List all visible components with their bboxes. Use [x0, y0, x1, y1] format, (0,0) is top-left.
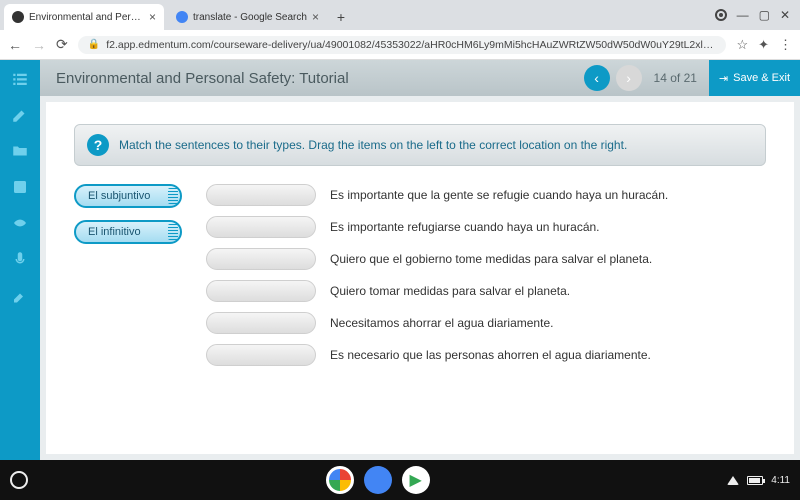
clock: 4:11 — [771, 475, 790, 486]
page-header: Environmental and Personal Safety: Tutor… — [40, 60, 800, 96]
sidebar-list-icon[interactable] — [10, 70, 30, 88]
save-exit-label: Save & Exit — [733, 72, 790, 84]
nav-reload-icon[interactable]: ⟳ — [56, 36, 68, 53]
page-title: Environmental and Personal Safety: Tutor… — [56, 70, 578, 87]
drop-row: Quiero tomar medidas para salvar el plan… — [206, 280, 668, 302]
window-controls: — ▢ ✕ — [715, 8, 800, 22]
tab-label: Environmental and Personal Safe — [29, 12, 144, 23]
grip-icon — [168, 188, 178, 204]
browser-addressbar: ← → ⟳ 🔒 f2.app.edmentum.com/courseware-d… — [0, 30, 800, 60]
docs-icon[interactable] — [364, 466, 392, 494]
sentence: Necesitamos ahorrar el agua diariamente. — [330, 316, 553, 330]
app-frame: Environmental and Personal Safety: Tutor… — [0, 60, 800, 460]
drop-slot[interactable] — [206, 216, 316, 238]
chip-label: El subjuntivo — [88, 190, 150, 202]
minimize-icon[interactable]: — — [737, 8, 749, 22]
drop-row: Quiero que el gobierno tome medidas para… — [206, 248, 668, 270]
tab-label: translate - Google Search — [193, 12, 307, 23]
chrome-icon[interactable] — [326, 466, 354, 494]
launcher-icon[interactable] — [10, 471, 28, 489]
sentence: Quiero tomar medidas para salvar el plan… — [330, 284, 570, 298]
tab-close-icon[interactable]: × — [149, 10, 156, 24]
sidebar-highlighter-icon[interactable] — [10, 286, 30, 304]
save-exit-button[interactable]: ⇥ Save & Exit — [709, 60, 800, 96]
url-text: f2.app.edmentum.com/courseware-delivery/… — [106, 39, 716, 51]
drop-row: Necesitamos ahorrar el agua diariamente. — [206, 312, 668, 334]
tab-close-icon[interactable]: × — [312, 10, 319, 24]
instruction-banner: ? Match the sentences to their types. Dr… — [74, 124, 766, 166]
grip-icon — [168, 224, 178, 240]
extensions-icon[interactable]: ✦ — [758, 37, 769, 53]
matching-workspace: El subjuntivo El infinitivo Es important… — [74, 184, 766, 366]
sentence: Es importante refugiarse cuando haya un … — [330, 220, 600, 234]
window-control-icon[interactable] — [715, 9, 727, 21]
battery-icon — [747, 476, 763, 485]
help-icon[interactable]: ? — [87, 134, 109, 156]
sidebar — [0, 60, 40, 460]
content-area: ? Match the sentences to their types. Dr… — [46, 102, 794, 454]
maximize-icon[interactable]: ▢ — [759, 8, 770, 22]
drop-slot[interactable] — [206, 344, 316, 366]
sentence: Es necesario que las personas ahorren el… — [330, 348, 651, 362]
sidebar-folder-icon[interactable] — [10, 142, 30, 160]
sidebar-audio-icon[interactable] — [10, 214, 30, 232]
instruction-text: Match the sentences to their types. Drag… — [119, 138, 627, 152]
page-counter: 14 of 21 — [654, 71, 697, 85]
sidebar-mic-icon[interactable] — [10, 250, 30, 268]
os-taskbar: ▶ 4:11 — [0, 460, 800, 500]
sidebar-dictionary-icon[interactable] — [10, 178, 30, 196]
lock-icon: 🔒 — [88, 39, 100, 50]
drop-row: Es necesario que las personas ahorren el… — [206, 344, 668, 366]
draggable-chips: El subjuntivo El infinitivo — [74, 184, 182, 366]
sidebar-edit-icon[interactable] — [10, 106, 30, 124]
bookmark-star-icon[interactable]: ☆ — [736, 37, 748, 53]
drop-slot[interactable] — [206, 184, 316, 206]
play-triangle-icon: ▶ — [409, 470, 421, 490]
chip-subjuntivo[interactable]: El subjuntivo — [74, 184, 182, 208]
url-field[interactable]: 🔒 f2.app.edmentum.com/courseware-deliver… — [78, 36, 727, 54]
chevron-left-icon: ‹ — [594, 70, 599, 86]
chevron-right-icon: › — [626, 70, 631, 86]
drop-row: Es importante refugiarse cuando haya un … — [206, 216, 668, 238]
browser-titlebar: Environmental and Personal Safe × transl… — [0, 0, 800, 30]
close-window-icon[interactable]: ✕ — [780, 8, 790, 22]
page-prev-button[interactable]: ‹ — [584, 65, 610, 91]
browser-tab[interactable]: translate - Google Search × — [168, 4, 327, 30]
browser-tab-active[interactable]: Environmental and Personal Safe × — [4, 4, 164, 30]
main-panel: Environmental and Personal Safety: Tutor… — [40, 60, 800, 460]
new-tab-button[interactable]: + — [331, 9, 351, 25]
drop-slot[interactable] — [206, 248, 316, 270]
drop-slot[interactable] — [206, 280, 316, 302]
nav-forward-icon[interactable]: → — [32, 37, 46, 53]
page-next-button[interactable]: › — [616, 65, 642, 91]
sentence: Quiero que el gobierno tome medidas para… — [330, 252, 652, 266]
drop-rows: Es importante que la gente se refugie cu… — [206, 184, 668, 366]
favicon-icon — [12, 11, 24, 23]
exit-icon: ⇥ — [719, 72, 728, 85]
nav-back-icon[interactable]: ← — [8, 37, 22, 53]
drop-slot[interactable] — [206, 312, 316, 334]
taskbar-status[interactable]: 4:11 — [727, 475, 790, 486]
wifi-icon — [727, 476, 739, 485]
favicon-google-icon — [176, 11, 188, 23]
chip-label: El infinitivo — [88, 226, 141, 238]
taskbar-apps: ▶ — [28, 466, 727, 494]
sentence: Es importante que la gente se refugie cu… — [330, 188, 668, 202]
drop-row: Es importante que la gente se refugie cu… — [206, 184, 668, 206]
chip-infinitivo[interactable]: El infinitivo — [74, 220, 182, 244]
menu-kebab-icon[interactable]: ⋮ — [779, 37, 792, 53]
play-icon[interactable]: ▶ — [402, 466, 430, 494]
